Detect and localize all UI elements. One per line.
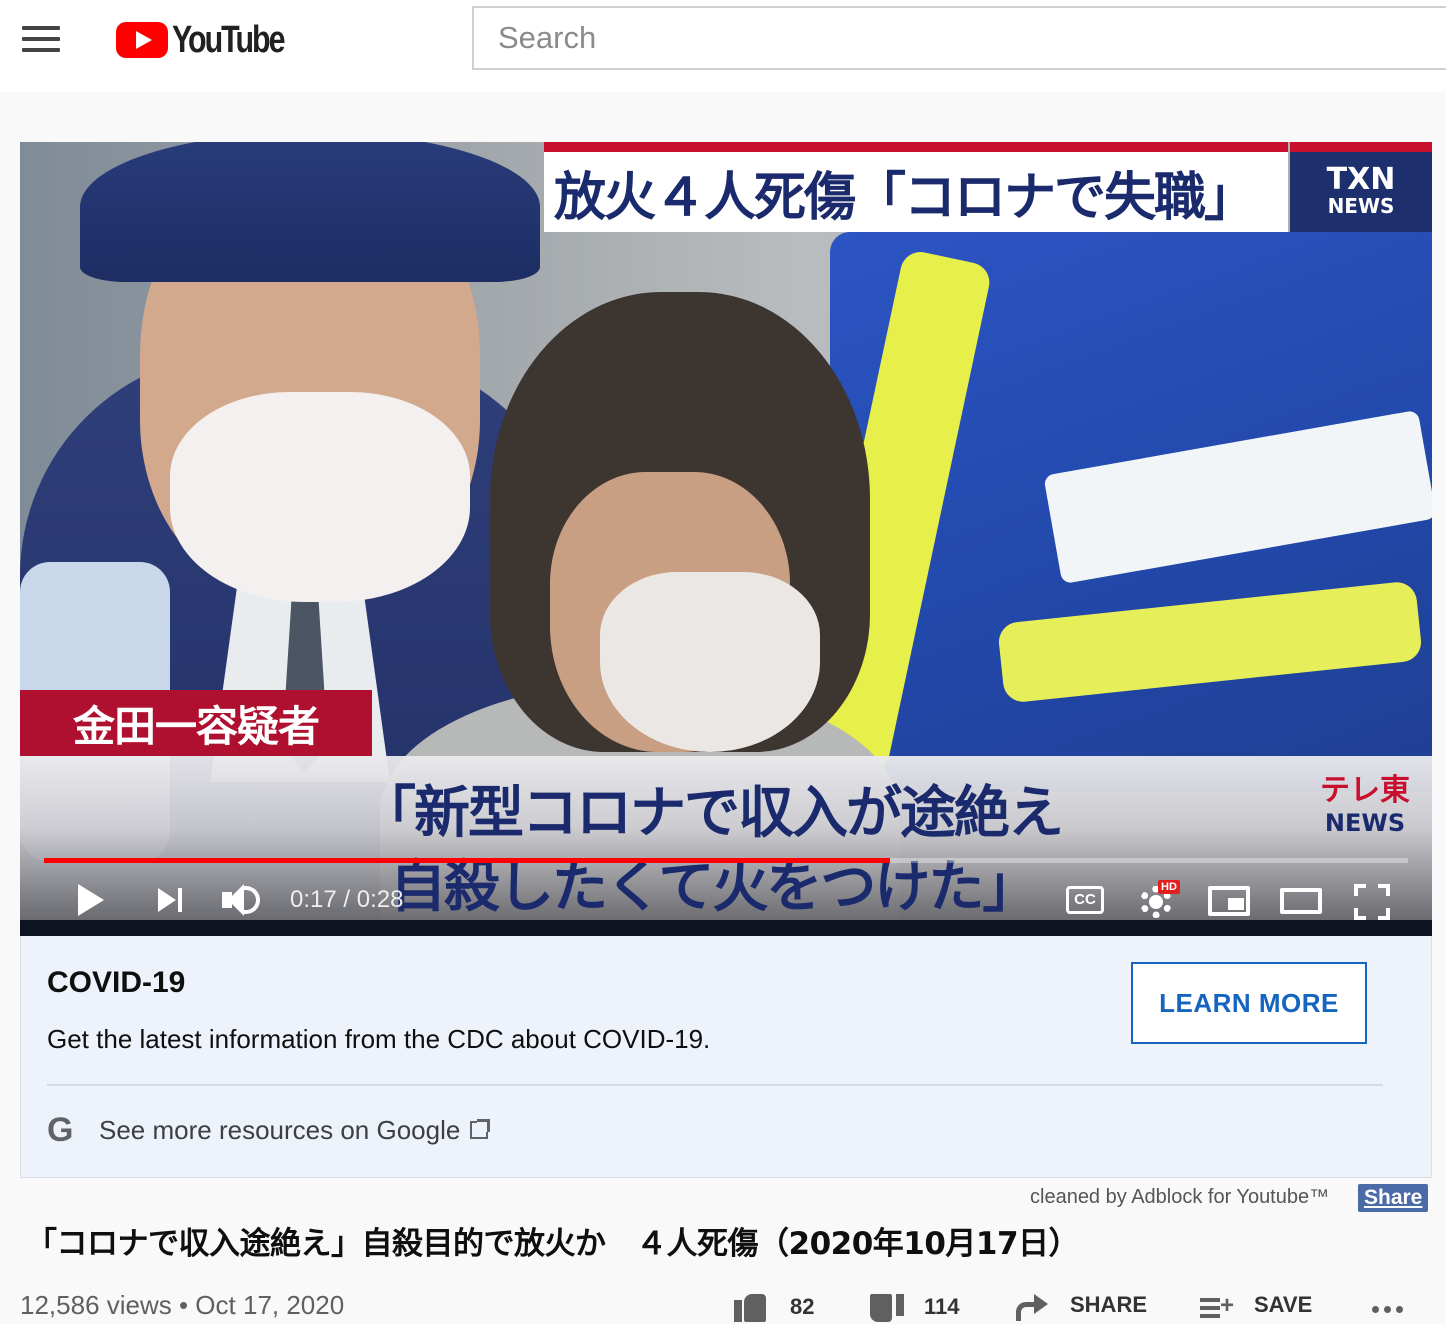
progress-bar-played — [44, 858, 890, 863]
more-actions-icon[interactable] — [1372, 1300, 1412, 1313]
news-headline-text: 放火４人死傷「コロナで失職」 — [554, 167, 1256, 228]
google-link-text: See more resources on Google — [99, 1114, 461, 1145]
miniplayer-icon[interactable] — [1208, 880, 1250, 920]
masthead: YouTube — [0, 0, 1446, 92]
adblock-share-link[interactable]: Share — [1358, 1184, 1429, 1212]
captions-label: CC — [1066, 886, 1104, 914]
like-count: 82 — [790, 1294, 815, 1319]
youtube-logo[interactable]: YouTube — [116, 18, 311, 62]
divider — [47, 1084, 1383, 1086]
video-title: 「コロナで収入途絶え」自殺目的で放火か ４人死傷（2020年10月17日） — [26, 1226, 1080, 1262]
news-caption-line1: 「新型コロナで収入が途絶え — [360, 781, 1064, 846]
settings-gear-icon[interactable]: HD — [1138, 880, 1180, 920]
tv-tokyo-news-logo: テレ東 NEWS — [1320, 774, 1410, 838]
external-link-icon — [470, 1119, 491, 1139]
save-button[interactable]: SAVE — [1200, 1290, 1312, 1320]
news-headline-banner: 放火４人死傷「コロナで失職」 — [544, 142, 1288, 232]
share-arrow-icon — [1014, 1290, 1050, 1321]
search-input[interactable] — [472, 6, 1446, 70]
dislike-count: 114 — [924, 1294, 960, 1319]
share-button[interactable]: SHARE — [1014, 1290, 1148, 1321]
suspect-name-plate: 金田一容疑者 — [20, 690, 372, 756]
txn-logo-line1: TXN — [1326, 162, 1396, 197]
hd-badge: HD — [1158, 880, 1180, 894]
save-label: SAVE — [1254, 1292, 1313, 1317]
tv-tokyo-logo-line2: NEWS — [1324, 809, 1406, 837]
time-display: 0:17 / 0:28 — [290, 886, 404, 913]
video-player[interactable]: 放火４人死傷「コロナで失職」 TXN NEWS 金田一容疑者 「新型コロナで収入… — [20, 142, 1432, 936]
playlist-add-icon — [1200, 1290, 1234, 1320]
theater-mode-icon[interactable] — [1280, 880, 1322, 920]
captions-icon[interactable]: CC — [1066, 880, 1104, 920]
thumb-down-icon — [868, 1290, 904, 1324]
txn-logo-line2: NEWS — [1327, 194, 1395, 218]
info-panel-title: COVID-19 — [47, 966, 186, 999]
progress-bar[interactable] — [44, 858, 1408, 863]
txn-news-logo: TXN NEWS — [1290, 142, 1432, 232]
like-button[interactable]: 82 — [734, 1290, 814, 1324]
google-icon: G — [47, 1111, 74, 1149]
volume-icon[interactable] — [220, 880, 264, 920]
suspect-name-text: 金田一容疑者 — [72, 701, 320, 751]
thumb-up-icon — [734, 1290, 770, 1324]
view-count-date: 12,586 views • Oct 17, 2020 — [20, 1290, 345, 1320]
next-video-icon[interactable] — [156, 880, 186, 920]
tv-tokyo-logo-line1: テレ東 — [1320, 773, 1410, 808]
share-label: SHARE — [1070, 1292, 1148, 1317]
hamburger-menu-icon[interactable] — [22, 26, 66, 54]
covid-info-panel: COVID-19 Get the latest information from… — [20, 936, 1432, 1178]
youtube-play-logo-icon — [116, 22, 168, 58]
fullscreen-icon[interactable] — [1354, 880, 1390, 920]
play-icon[interactable] — [76, 880, 106, 920]
info-panel-description: Get the latest information from the CDC … — [47, 1024, 711, 1054]
adblock-note: cleaned by Adblock for Youtube™ — [1030, 1186, 1330, 1208]
logo-text: YouTube — [172, 18, 286, 61]
dislike-button[interactable]: 114 — [868, 1290, 960, 1324]
google-resources-link[interactable]: G See more resources on Google — [47, 1110, 491, 1150]
learn-more-button[interactable]: LEARN MORE — [1131, 962, 1367, 1044]
